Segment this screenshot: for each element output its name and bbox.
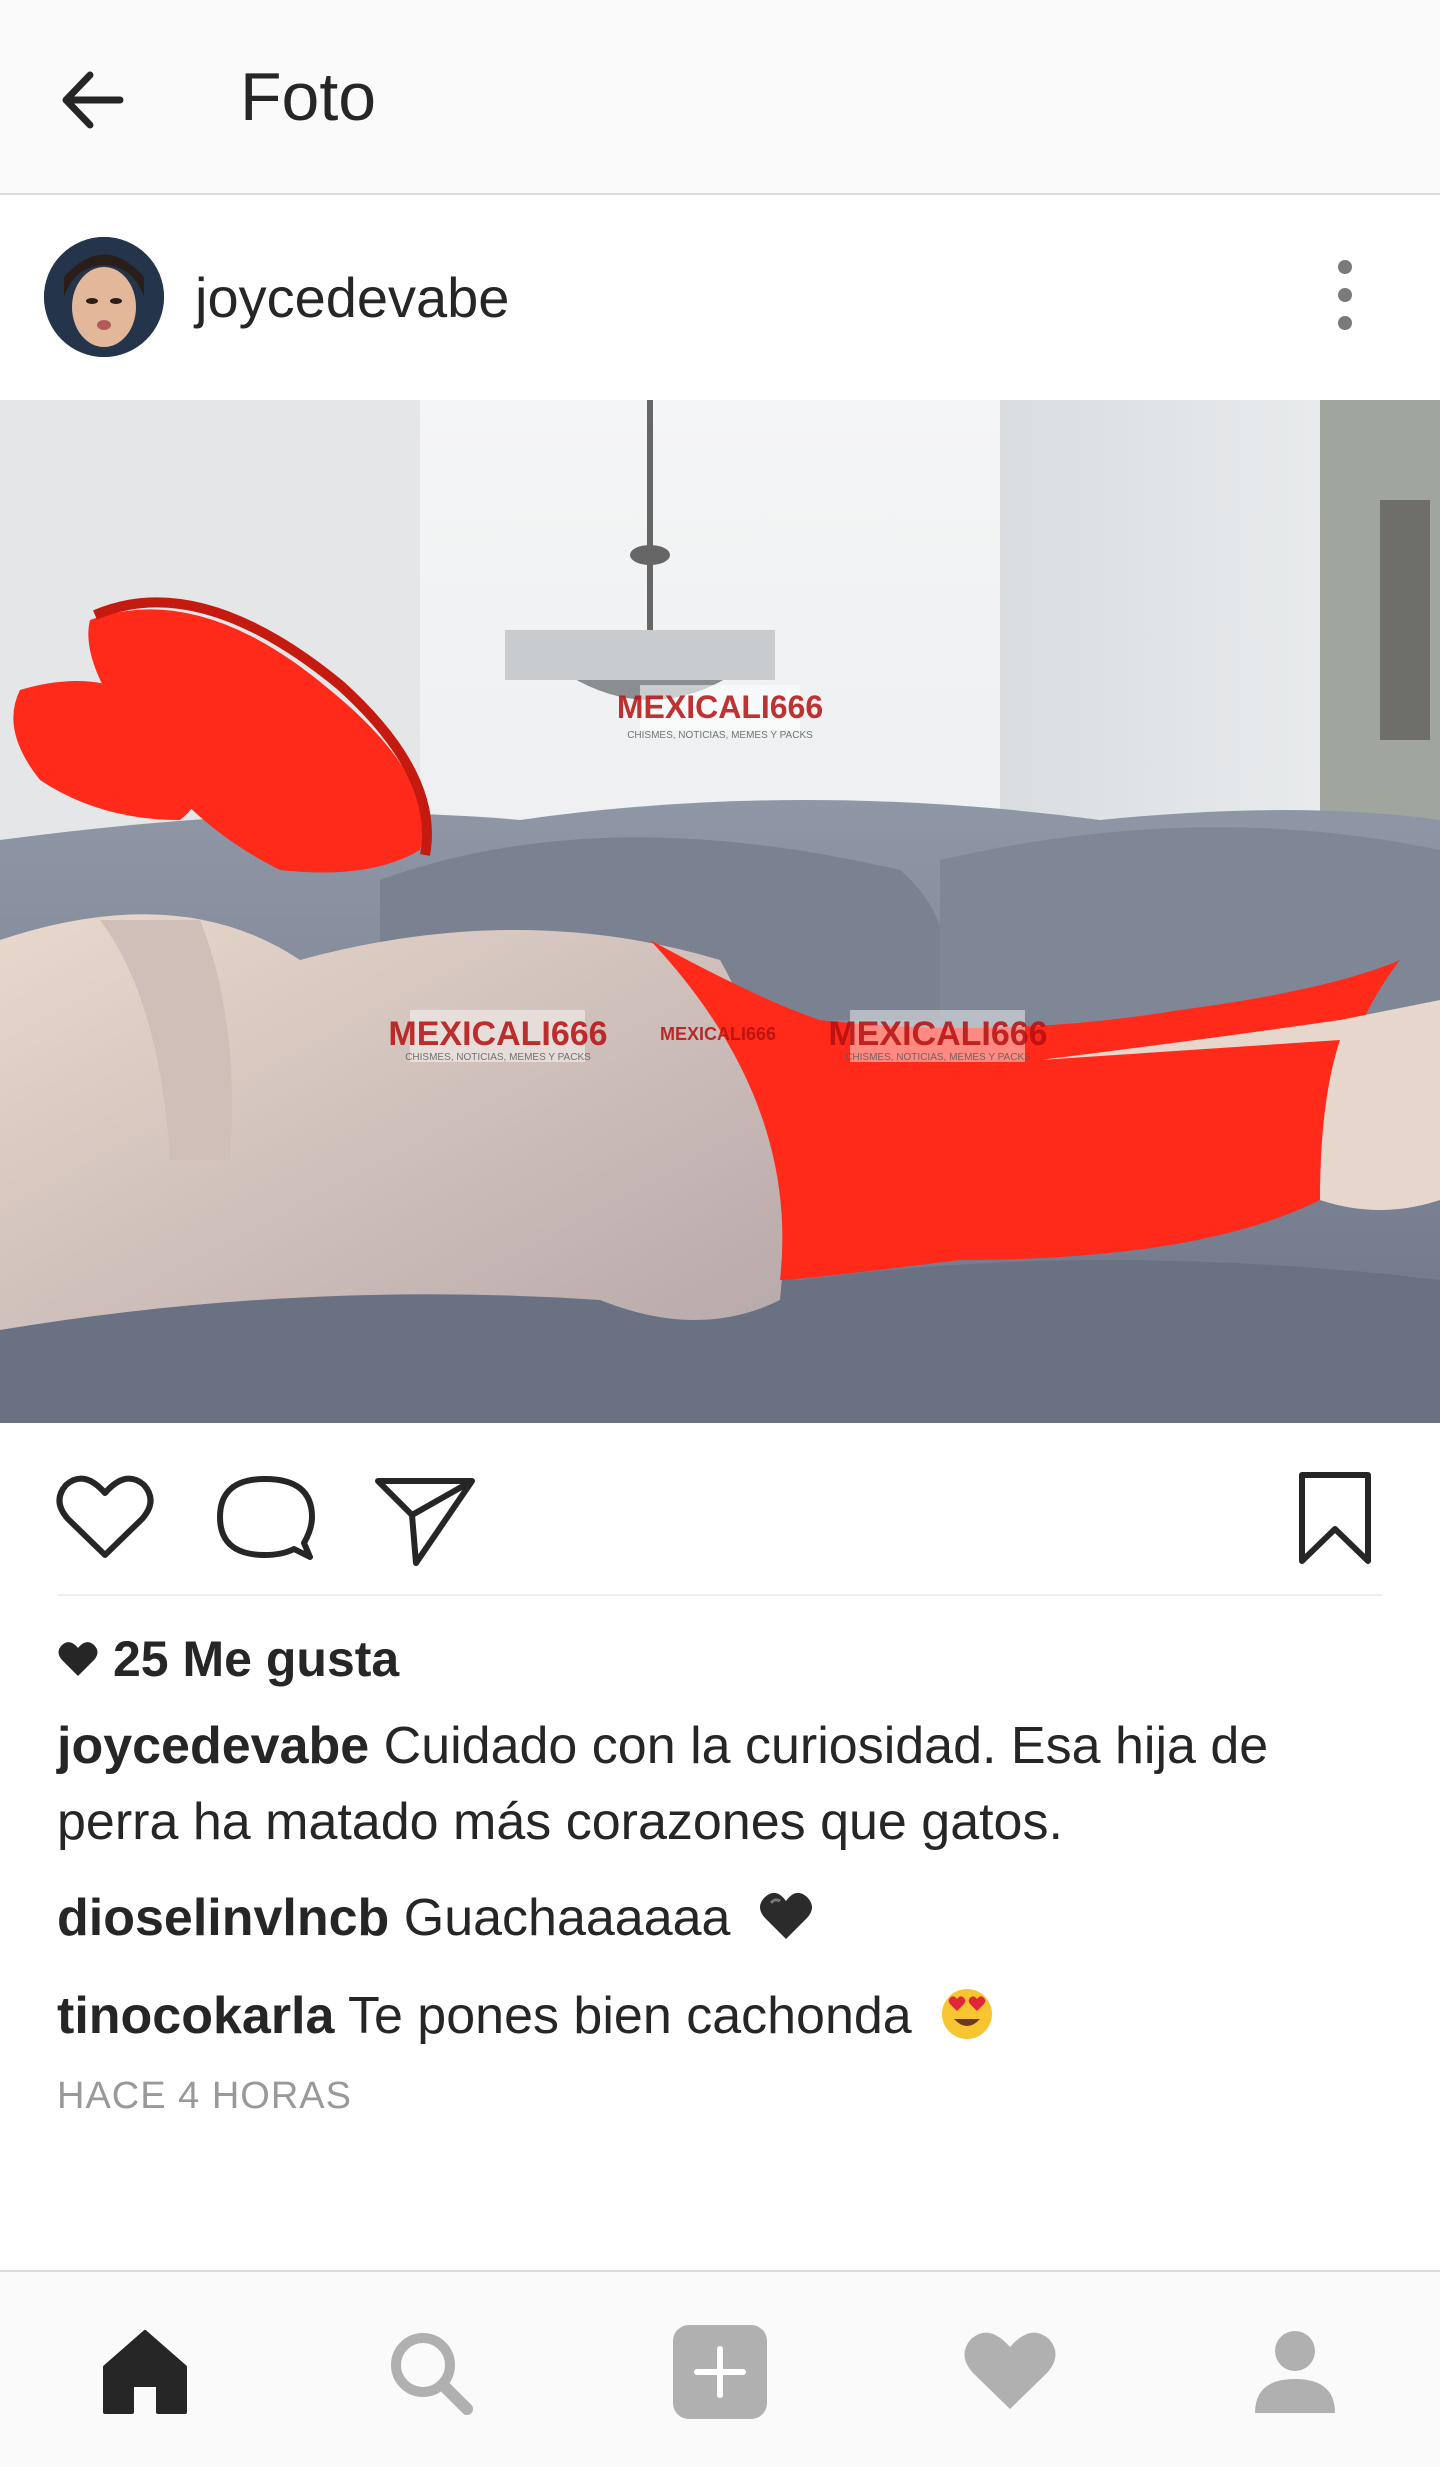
back-button[interactable] [50,55,140,145]
save-button[interactable] [1280,1463,1390,1573]
caption-username[interactable]: joycedevabe [57,1717,369,1775]
send-icon [375,1478,475,1566]
watermark: MEXICALI666 CHISMES, NOTICIAS, MEMES Y P… [617,685,823,741]
svg-text:CHISMES, NOTICIAS, MEMES Y PAC: CHISMES, NOTICIAS, MEMES Y PACKS [845,1052,1031,1063]
heart-icon [58,1642,98,1676]
home-icon [103,2330,187,2414]
comment-username[interactable]: dioselinvlncb [57,1889,389,1947]
arrow-left-icon [62,71,124,129]
page-title: Foto [240,59,377,135]
divider [57,1594,1383,1596]
like-button[interactable] [50,1463,160,1573]
svg-text:MEXICALI666: MEXICALI666 [660,1024,776,1044]
comment-item: tinocokarla Te pones bien cachonda [57,1986,994,2046]
comment-button[interactable] [210,1463,320,1573]
watermark: MEXICALI666 CHISMES, NOTICIAS, MEMES Y P… [388,1010,608,1063]
nav-activity[interactable] [955,2317,1065,2427]
watermark: MEXICALI666 [660,1024,776,1044]
post-actions [0,1423,1440,1595]
photo-image: MEXICALI666 CHISMES, NOTICIAS, MEMES Y P… [0,400,1440,1423]
svg-text:MEXICALI666: MEXICALI666 [828,1015,1047,1053]
svg-text:MEXICALI666: MEXICALI666 [617,689,823,725]
comment-username[interactable]: tinocokarla [57,1987,334,2045]
post-caption: joycedevabe Cuidado con la curiosidad. E… [57,1708,1387,1860]
profile-icon [1255,2331,1335,2413]
nav-home[interactable] [90,2317,200,2427]
comment-text: Te pones bien cachonda [347,1987,912,2045]
nav-profile[interactable] [1240,2317,1350,2427]
comment-text: Guachaaaaaa [403,1889,731,1947]
more-vertical-icon [1338,260,1352,330]
heart-icon [964,2332,1056,2409]
nav-add[interactable] [665,2317,775,2427]
search-icon [391,2333,473,2415]
post-timestamp: HACE 4 HORAS [57,2075,352,2117]
likes-text: 25 Me gusta [113,1631,400,1687]
nav-search[interactable] [375,2317,485,2427]
svg-text:CHISMES, NOTICIAS, MEMES Y PAC: CHISMES, NOTICIAS, MEMES Y PACKS [405,1052,591,1063]
heart-outline-icon [56,1475,154,1558]
top-app-bar: Foto [0,0,1440,195]
likes-count[interactable]: 25 Me gusta [57,1630,399,1688]
avatar[interactable] [44,237,164,357]
black-heart-icon [759,1892,812,1939]
heart-eyes-icon [942,1989,993,2039]
svg-text:MEXICALI666: MEXICALI666 [388,1015,607,1053]
avatar-image [44,237,164,357]
comment-item: dioselinvlncb Guachaaaaaa [57,1888,813,1948]
add-icon [673,2325,767,2419]
svg-text:CHISMES, NOTICIAS, MEMES Y PAC: CHISMES, NOTICIAS, MEMES Y PACKS [627,730,813,741]
post-header: joycedevabe [0,195,1440,401]
share-button[interactable] [370,1463,480,1573]
bookmark-icon [1299,1472,1371,1564]
watermark: MEXICALI666 CHISMES, NOTICIAS, MEMES Y P… [828,1010,1048,1063]
post-photo[interactable]: MEXICALI666 CHISMES, NOTICIAS, MEMES Y P… [0,400,1440,1423]
bottom-nav [0,2270,1440,2467]
more-options-button[interactable] [1320,255,1370,335]
comment-icon [217,1476,315,1560]
post-username[interactable]: joycedevabe [195,265,509,330]
